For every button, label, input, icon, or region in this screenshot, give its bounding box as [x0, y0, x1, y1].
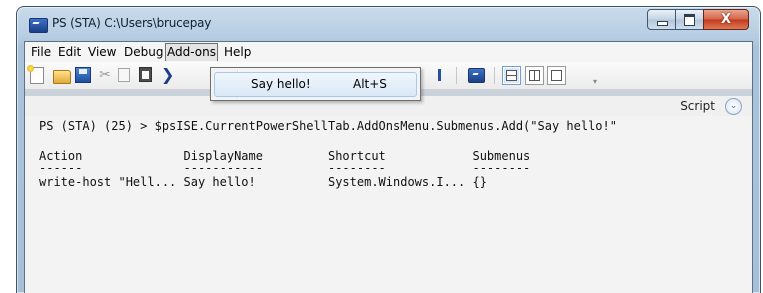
- close-icon: X: [720, 12, 732, 27]
- console-line-underline: ------ ----------- -------- --------: [39, 161, 531, 175]
- powershell-app-icon: [29, 18, 48, 33]
- toolbar-partial-icon[interactable]: [438, 69, 441, 81]
- save-icon[interactable]: [75, 67, 91, 83]
- minimize-icon: [657, 21, 668, 26]
- menu-item-say-hello[interactable]: Say hello! Alt+S: [214, 72, 417, 97]
- toolbar-overflow-icon[interactable]: ▾: [593, 77, 602, 86]
- minimize-button[interactable]: [647, 9, 676, 30]
- paste-icon[interactable]: [139, 67, 152, 82]
- window-title: PS (STA) C:\Users\brucepay: [52, 16, 212, 30]
- expand-script-pane-icon[interactable]: ⌄: [725, 98, 742, 115]
- console-line-row: write-host "Hell... Say hello! System.Wi…: [39, 175, 487, 189]
- script-pane-label: Script: [680, 99, 715, 113]
- cut-icon[interactable]: ✂: [97, 67, 113, 83]
- new-file-icon[interactable]: [27, 65, 44, 84]
- caption-buttons: X: [647, 9, 749, 30]
- copy-icon[interactable]: [118, 68, 130, 82]
- menu-bar: File Edit View Debug Add-ons Help: [25, 42, 752, 62]
- powershell-icon[interactable]: [468, 68, 485, 83]
- maximize-button[interactable]: [675, 9, 704, 30]
- menu-item-label: Say hello!: [251, 77, 311, 91]
- menu-file[interactable]: File: [30, 44, 52, 60]
- menu-edit[interactable]: Edit: [57, 44, 82, 60]
- add-ons-dropdown: Say hello! Alt+S: [210, 67, 421, 101]
- run-icon[interactable]: ❯: [161, 67, 177, 83]
- output-pane[interactable]: PS (STA) (25) > $psISE.CurrentPowerShell…: [25, 116, 752, 293]
- layout-side-icon[interactable]: [525, 66, 544, 85]
- layout-top-icon[interactable]: [502, 66, 521, 85]
- console-line-command: PS (STA) (25) > $psISE.CurrentPowerShell…: [39, 119, 617, 133]
- menu-debug[interactable]: Debug: [123, 44, 164, 60]
- close-button[interactable]: X: [703, 9, 749, 30]
- menu-item-shortcut: Alt+S: [353, 77, 387, 91]
- menu-add-ons[interactable]: Add-ons: [165, 43, 218, 61]
- title-bar[interactable]: PS (STA) C:\Users\brucepay X: [17, 7, 760, 41]
- toolbar-separator: [494, 67, 495, 84]
- menu-help[interactable]: Help: [223, 44, 252, 60]
- ise-window: PS (STA) C:\Users\brucepay X File Edit V…: [16, 6, 761, 293]
- layout-max-icon[interactable]: [547, 66, 566, 85]
- open-folder-icon[interactable]: [53, 70, 71, 84]
- menu-view[interactable]: View: [87, 44, 117, 60]
- toolbar-separator: [456, 67, 457, 84]
- maximize-icon: [684, 14, 695, 26]
